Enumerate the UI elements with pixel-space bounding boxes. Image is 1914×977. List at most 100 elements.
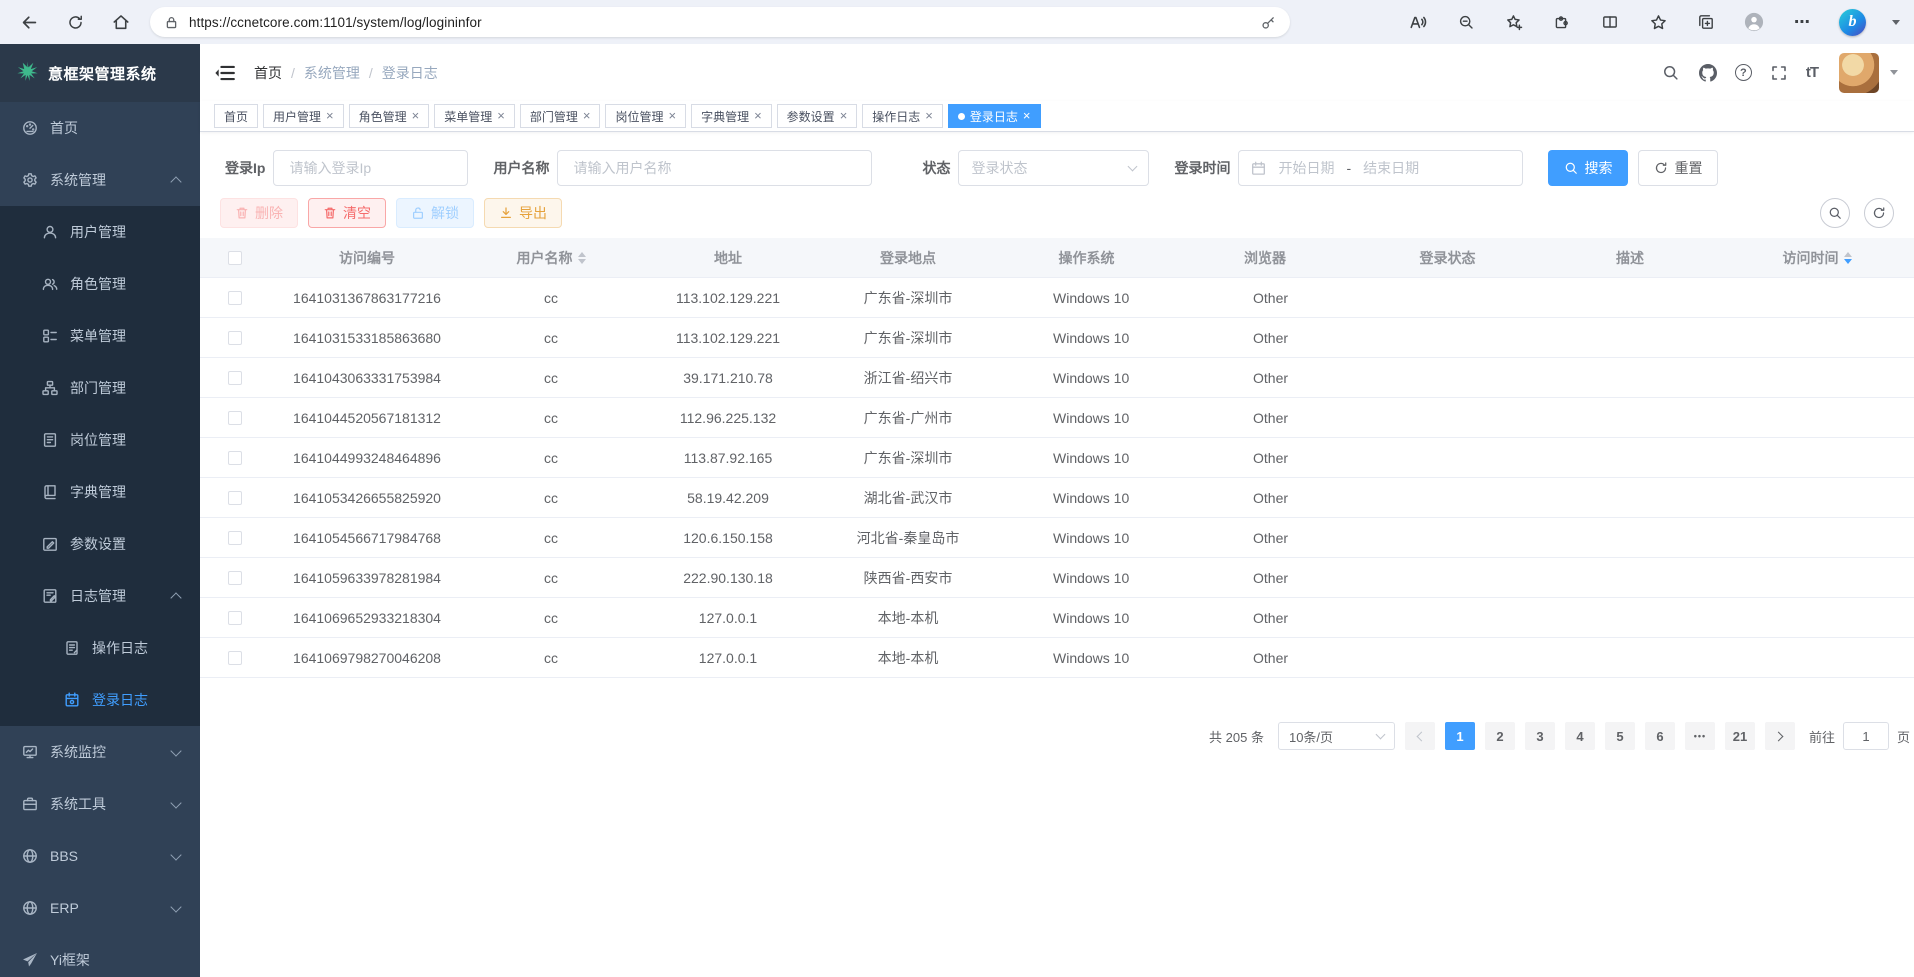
close-icon[interactable]: × <box>1023 109 1031 122</box>
avatar-caret-icon[interactable] <box>1890 70 1898 75</box>
close-icon[interactable]: × <box>840 109 848 122</box>
tab-dict-manage[interactable]: 字典管理× <box>691 104 772 128</box>
browser-home-icon[interactable] <box>108 9 134 35</box>
close-icon[interactable]: × <box>668 109 676 122</box>
row-checkbox[interactable] <box>228 651 242 665</box>
sidebar-item-user-manage[interactable]: 用户管理 <box>0 206 200 258</box>
table-row[interactable]: 1641053426655825920 cc 58.19.42.209 湖北省-… <box>200 478 1914 518</box>
tab-login-log[interactable]: 登录日志× <box>948 104 1041 128</box>
page-button[interactable]: 4 <box>1565 722 1595 750</box>
select-all-checkbox[interactable] <box>228 251 242 265</box>
bing-caret-icon[interactable] <box>1892 20 1900 25</box>
search-button[interactable]: 搜索 <box>1548 150 1628 186</box>
breadcrumb-system-manage[interactable]: 系统管理 <box>304 63 360 83</box>
login-time-range-picker[interactable]: 开始日期 - 结束日期 <box>1238 150 1523 186</box>
close-icon[interactable]: × <box>412 109 420 122</box>
favorites-icon[interactable] <box>1647 11 1669 33</box>
unlock-button[interactable]: 解锁 <box>396 198 474 228</box>
github-icon[interactable] <box>1698 63 1718 83</box>
sidebar-item-role-manage[interactable]: 角色管理 <box>0 258 200 310</box>
prev-page-button[interactable] <box>1405 722 1435 750</box>
login-ip-input[interactable] <box>273 150 468 186</box>
page-button[interactable]: 5 <box>1605 722 1635 750</box>
key-icon[interactable] <box>1261 15 1276 30</box>
col-header-visit-time[interactable]: 访问时间 <box>1720 248 1914 268</box>
sidebar-item-operation-log[interactable]: 操作日志 <box>0 622 200 674</box>
table-row[interactable]: 1641069652933218304 cc 127.0.0.1 本地-本机 W… <box>200 598 1914 638</box>
sidebar-item-log-manage[interactable]: 日志管理 <box>0 570 200 622</box>
avatar[interactable] <box>1839 53 1879 93</box>
status-select[interactable]: 登录状态 <box>958 150 1149 186</box>
breadcrumb-home[interactable]: 首页 <box>254 63 282 83</box>
tab-role-manage[interactable]: 角色管理× <box>349 104 430 128</box>
next-page-button[interactable] <box>1765 722 1795 750</box>
extensions-icon[interactable] <box>1551 11 1573 33</box>
sidebar-item-dept-manage[interactable]: 部门管理 <box>0 362 200 414</box>
table-row[interactable]: 1641044993248464896 cc 113.87.92.165 广东省… <box>200 438 1914 478</box>
sidebar-item-post-manage[interactable]: 岗位管理 <box>0 414 200 466</box>
user-name-input[interactable] <box>557 150 872 186</box>
sidebar-item-system-monitor[interactable]: 系统监控 <box>0 726 200 778</box>
table-row[interactable]: 1641043063331753984 cc 39.171.210.78 浙江省… <box>200 358 1914 398</box>
sidebar-item-param-settings[interactable]: 参数设置 <box>0 518 200 570</box>
export-button[interactable]: 导出 <box>484 198 562 228</box>
sidebar-item-dict-manage[interactable]: 字典管理 <box>0 466 200 518</box>
table-row[interactable]: 1641044520567181312 cc 112.96.225.132 广东… <box>200 398 1914 438</box>
sidebar-item-erp[interactable]: ERP <box>0 882 200 934</box>
page-button[interactable]: 21 <box>1725 722 1755 750</box>
sidebar-item-bbs[interactable]: BBS <box>0 830 200 882</box>
close-icon[interactable]: × <box>326 109 334 122</box>
font-size-icon[interactable]: tT <box>1806 64 1818 81</box>
reset-button[interactable]: 重置 <box>1638 150 1718 186</box>
table-row[interactable]: 1641059633978281984 cc 222.90.130.18 陕西省… <box>200 558 1914 598</box>
app-logo[interactable]: 意框架管理系统 <box>0 44 200 102</box>
table-row[interactable]: 1641069798270046208 cc 127.0.0.1 本地-本机 W… <box>200 638 1914 678</box>
sidebar-item-yi-framework[interactable]: Yi框架 <box>0 934 200 977</box>
jump-page-input[interactable] <box>1843 722 1889 750</box>
more-pages-icon[interactable]: ••• <box>1685 722 1715 750</box>
sidebar-item-menu-manage[interactable]: 菜单管理 <box>0 310 200 362</box>
page-button[interactable]: 2 <box>1485 722 1515 750</box>
table-row[interactable]: 1641031533185863680 cc 113.102.129.221 广… <box>200 318 1914 358</box>
browser-back-icon[interactable] <box>16 9 42 35</box>
sidebar-item-system-manage[interactable]: 系统管理 <box>0 154 200 206</box>
page-button[interactable]: 1 <box>1445 722 1475 750</box>
row-checkbox[interactable] <box>228 331 242 345</box>
col-header-user-name[interactable]: 用户名称 <box>464 248 638 268</box>
sort-carets[interactable] <box>1844 252 1852 264</box>
tab-post-manage[interactable]: 岗位管理× <box>605 104 686 128</box>
row-checkbox[interactable] <box>228 491 242 505</box>
tab-operation-log[interactable]: 操作日志× <box>862 104 943 128</box>
page-button[interactable]: 3 <box>1525 722 1555 750</box>
collections-icon[interactable] <box>1695 11 1717 33</box>
collapse-sidebar-icon[interactable] <box>214 62 236 84</box>
tab-menu-manage[interactable]: 菜单管理× <box>434 104 515 128</box>
browser-profile-icon[interactable] <box>1743 11 1765 33</box>
row-checkbox[interactable] <box>228 451 242 465</box>
tab-user-manage[interactable]: 用户管理× <box>263 104 344 128</box>
browser-refresh-icon[interactable] <box>62 9 88 35</box>
read-aloud-icon[interactable] <box>1407 11 1429 33</box>
sidebar-item-system-tools[interactable]: 系统工具 <box>0 778 200 830</box>
close-icon[interactable]: × <box>583 109 591 122</box>
row-checkbox[interactable] <box>228 291 242 305</box>
tab-dept-manage[interactable]: 部门管理× <box>520 104 601 128</box>
address-bar[interactable]: https://ccnetcore.com:1101/system/log/lo… <box>150 7 1290 37</box>
fullscreen-icon[interactable] <box>1769 63 1789 83</box>
row-checkbox[interactable] <box>228 571 242 585</box>
refresh-table-button[interactable] <box>1864 198 1894 228</box>
favorites-add-icon[interactable] <box>1503 11 1525 33</box>
zoom-icon[interactable] <box>1455 11 1477 33</box>
help-icon[interactable]: ? <box>1735 64 1752 81</box>
page-button[interactable]: 6 <box>1645 722 1675 750</box>
row-checkbox[interactable] <box>228 411 242 425</box>
sidebar-item-login-log[interactable]: 登录日志 <box>0 674 200 726</box>
more-options-icon[interactable]: ⋯ <box>1791 11 1813 33</box>
close-icon[interactable]: × <box>497 109 505 122</box>
tab-param-settings[interactable]: 参数设置× <box>777 104 858 128</box>
close-icon[interactable]: × <box>754 109 762 122</box>
toggle-search-button[interactable] <box>1820 198 1850 228</box>
split-screen-icon[interactable] <box>1599 11 1621 33</box>
sort-carets[interactable] <box>578 252 586 264</box>
row-checkbox[interactable] <box>228 371 242 385</box>
